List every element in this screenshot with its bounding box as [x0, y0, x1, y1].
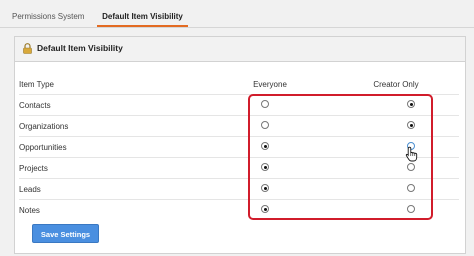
item-type-label: Notes — [19, 206, 40, 215]
item-type-label: Projects — [19, 164, 48, 173]
tab-permissions-system[interactable]: Permissions System — [12, 10, 84, 24]
hand-pointer-icon — [405, 146, 418, 162]
column-header-everyone: Everyone — [253, 80, 287, 89]
item-type-label: Leads — [19, 185, 41, 194]
item-type-label: Organizations — [19, 122, 69, 131]
panel-title: Default Item Visibility — [37, 43, 123, 53]
panel-header: Default Item Visibility — [15, 37, 465, 62]
item-type-label: Contacts — [19, 101, 51, 110]
column-header-item-type: Item Type — [19, 80, 54, 89]
item-type-label: Opportunities — [19, 143, 67, 152]
lock-icon — [23, 43, 32, 54]
tab-bar: Permissions System Default Item Visibili… — [0, 0, 474, 28]
tab-bar-divider — [0, 27, 474, 28]
tab-default-item-visibility[interactable]: Default Item Visibility — [97, 10, 188, 24]
column-header-creator-only: Creator Only — [373, 80, 419, 89]
save-settings-button[interactable]: Save Settings — [32, 224, 99, 243]
